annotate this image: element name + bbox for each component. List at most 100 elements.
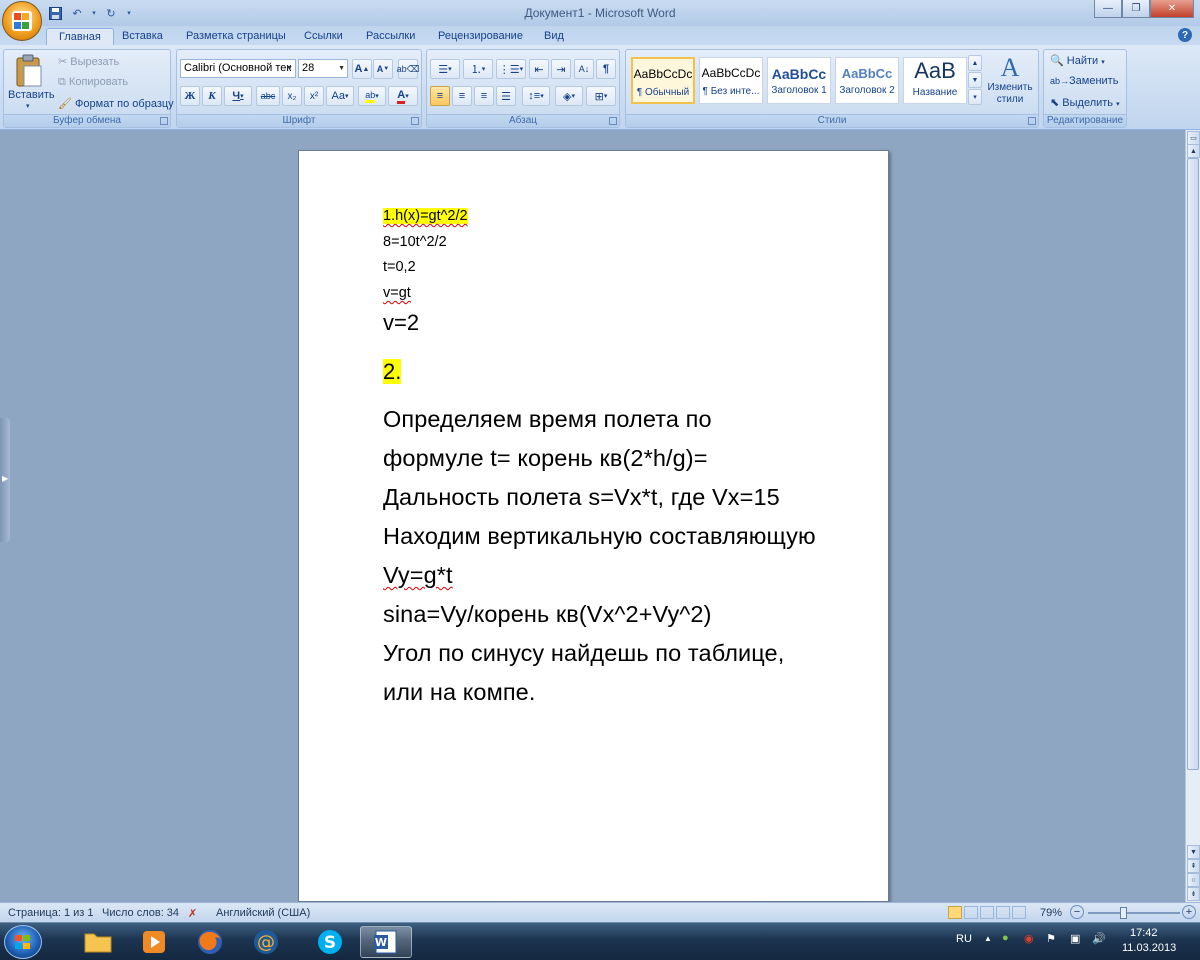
tab-page-layout[interactable]: Разметка страницы (174, 28, 298, 46)
align-center-button[interactable]: ≡ (452, 86, 472, 106)
tab-home[interactable]: Главная (46, 28, 114, 46)
replace-label: Заменить (1069, 75, 1119, 87)
bold-button[interactable]: Ж (180, 86, 200, 106)
justify-button[interactable]: ☰ (496, 86, 516, 106)
font-name-combo[interactable]: Calibri (Основной тек ▼ (180, 59, 296, 78)
clear-format-button[interactable]: ab⌫ (397, 59, 419, 79)
style-no-spacing[interactable]: AaBbCcDc ¶ Без инте... (699, 57, 763, 104)
change-styles-button[interactable]: A Изменить стили (986, 54, 1034, 114)
borders-button[interactable]: ⊞ ▾ (586, 86, 616, 106)
help-icon[interactable]: ? (1178, 28, 1192, 42)
shrink-font-button[interactable]: A ▼ (373, 59, 393, 79)
replace-button[interactable]: ab→Заменить (1050, 75, 1118, 87)
superscript-button[interactable]: x² (304, 86, 324, 106)
clock-date[interactable]: 11.03.2013 (1122, 942, 1176, 954)
start-button[interactable] (4, 925, 42, 959)
tab-view[interactable]: Вид (532, 28, 576, 46)
line-spacing-button[interactable]: ↕≡ ▾ (522, 86, 550, 106)
change-case-button[interactable]: Aa ▾ (326, 86, 354, 106)
media-player-taskbar-button[interactable] (128, 926, 180, 958)
explorer-taskbar-button[interactable] (72, 926, 124, 958)
scroll-down-icon[interactable]: ▼ (1187, 845, 1200, 859)
mail-agent-taskbar-button[interactable]: @ (240, 926, 292, 958)
language-indicator[interactable]: RU (956, 933, 972, 945)
tray-app-icon[interactable]: ● (1002, 932, 1009, 944)
multilevel-list-button[interactable]: ⋮☰ ▾ (496, 59, 526, 79)
browse-object-icon[interactable]: ○ (1187, 873, 1200, 887)
increase-indent-button[interactable]: ⇥ (551, 59, 571, 79)
paste-dropdown-icon[interactable]: ▾ (26, 102, 30, 110)
zoom-slider-handle[interactable] (1120, 907, 1127, 919)
show-marks-button[interactable]: ¶ (596, 59, 616, 79)
paste-icon[interactable] (14, 54, 46, 88)
side-panel-tab[interactable]: ▶ (0, 418, 10, 542)
next-page-icon[interactable]: ⇟ (1187, 887, 1200, 901)
web-layout-icon[interactable] (980, 906, 994, 919)
previous-page-icon[interactable]: ⇞ (1187, 859, 1200, 873)
italic-button[interactable]: К (202, 86, 222, 106)
clipboard-launcher-icon[interactable] (160, 117, 168, 125)
bullets-button[interactable]: ☰ ▾ (430, 59, 460, 79)
ruler-toggle-icon[interactable]: ▭ (1187, 131, 1200, 145)
language-indicator[interactable]: Английский (США) (216, 907, 310, 919)
tab-mailings[interactable]: Рассылки (354, 28, 427, 46)
zoom-slider[interactable] (1088, 912, 1180, 914)
scroll-up-icon[interactable]: ▲ (1187, 144, 1200, 158)
volume-icon[interactable]: 🔊 (1092, 932, 1106, 945)
underline-button[interactable]: Ч ▾ (224, 86, 252, 106)
zoom-level[interactable]: 79% (1040, 907, 1062, 919)
select-button[interactable]: ⬉ Выделить ▾ (1050, 96, 1120, 109)
close-button[interactable]: ✕ (1150, 0, 1194, 18)
highlight-button[interactable]: ab ▾ (358, 86, 386, 106)
clock-time[interactable]: 17:42 (1130, 927, 1158, 939)
full-screen-icon[interactable] (964, 906, 978, 919)
find-button[interactable]: 🔍 Найти ▾ (1050, 54, 1105, 67)
tab-review[interactable]: Рецензирование (426, 28, 535, 46)
draft-icon[interactable] (1012, 906, 1026, 919)
strikethrough-button[interactable]: abc (256, 86, 280, 106)
font-launcher-icon[interactable] (411, 117, 419, 125)
shading-button[interactable]: ◈ ▾ (555, 86, 583, 106)
format-painter-button[interactable]: 🖌 Формат по образцу (58, 97, 174, 110)
tray-antivirus-icon[interactable]: ◉ (1024, 932, 1034, 945)
more-styles-icon[interactable]: ▾ (968, 89, 982, 105)
paragraph-launcher-icon[interactable] (609, 117, 617, 125)
word-count[interactable]: Число слов: 34 (102, 907, 179, 919)
firefox-taskbar-button[interactable] (184, 926, 236, 958)
outline-icon[interactable] (996, 906, 1010, 919)
subscript-button[interactable]: x₂ (282, 86, 302, 106)
print-layout-icon[interactable] (948, 906, 962, 919)
font-size-combo[interactable]: 28 ▼ (298, 59, 348, 78)
decrease-indent-button[interactable]: ⇤ (529, 59, 549, 79)
numbered-list-icon: ⒈ (470, 64, 482, 76)
style-title[interactable]: AaB Название (903, 57, 967, 104)
proofing-icon[interactable]: ✗ (188, 907, 197, 920)
minimize-button[interactable]: — (1094, 0, 1122, 18)
paste-button[interactable]: Вставить (8, 89, 55, 101)
numbering-button[interactable]: ⒈ ▾ (463, 59, 493, 79)
styles-launcher-icon[interactable] (1028, 117, 1036, 125)
style-heading-1[interactable]: AaBbCc Заголовок 1 (767, 57, 831, 104)
scroll-thumb[interactable] (1187, 158, 1199, 770)
word-taskbar-button[interactable]: W (360, 926, 412, 958)
font-color-button[interactable]: A ▾ (388, 86, 418, 106)
chevron-up-icon[interactable]: ▲ (968, 55, 982, 71)
style-normal[interactable]: AaBbCcDc ¶ Обычный (631, 57, 695, 104)
align-left-button[interactable]: ≡ (430, 86, 450, 106)
show-hidden-icons-icon[interactable]: ▲ (984, 934, 992, 943)
network-icon[interactable]: ▣ (1070, 932, 1080, 945)
page-count[interactable]: Страница: 1 из 1 (8, 907, 94, 919)
chevron-down-icon[interactable]: ▼ (968, 72, 982, 88)
skype-taskbar-button[interactable]: S (304, 926, 356, 958)
align-right-button[interactable]: ≡ (474, 86, 494, 106)
action-center-icon[interactable]: ⚑ (1046, 932, 1056, 945)
tab-insert[interactable]: Вставка (110, 28, 175, 46)
style-heading-2[interactable]: AaBbCc Заголовок 2 (835, 57, 899, 104)
zoom-in-icon[interactable]: + (1182, 905, 1196, 919)
maximize-button[interactable]: ❐ (1122, 0, 1150, 18)
zoom-out-icon[interactable]: − (1070, 905, 1084, 919)
grow-font-button[interactable]: A ▲ (352, 59, 372, 79)
sort-button[interactable]: A↓ (574, 59, 594, 79)
office-button[interactable] (2, 1, 42, 41)
tab-references[interactable]: Ссылки (292, 28, 355, 46)
